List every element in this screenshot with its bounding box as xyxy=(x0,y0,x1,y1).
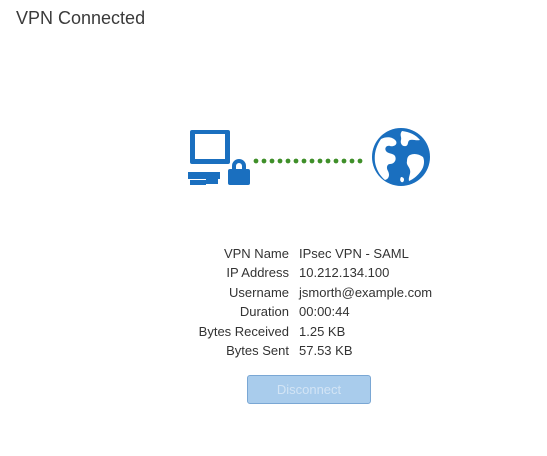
connection-details: VPN Name IPsec VPN - SAML IP Address 10.… xyxy=(0,244,547,360)
page-title: VPN Connected xyxy=(16,8,146,28)
globe-icon xyxy=(372,128,430,186)
disconnect-button[interactable]: Disconnect xyxy=(247,375,371,404)
duration-label: Duration xyxy=(239,304,289,320)
vpn-name-label: VPN Name xyxy=(223,246,289,261)
detail-row-vpn-name: VPN Name IPsec VPN - SAML xyxy=(0,244,547,263)
bytes-sent-value: 57.53 KB xyxy=(299,343,353,359)
bytes-received-value: 1.25 KB xyxy=(299,323,346,339)
ip-address-value: 10.212.134.100 xyxy=(299,265,390,281)
computer-lock-icon xyxy=(188,130,250,185)
vpn-name-value: IPsec VPN - SAML xyxy=(299,246,409,261)
username-label: Username xyxy=(229,284,289,300)
vpn-status-panel: VPN Connected VPN Name IPsec VPN - SAML … xyxy=(0,0,547,456)
duration-value: 00:00:44 xyxy=(299,304,350,320)
detail-row-username: Username jsmorth@example.com xyxy=(0,283,547,302)
connection-graphic xyxy=(188,128,430,186)
detail-row-duration: Duration 00:00:44 xyxy=(0,302,547,321)
connection-dots xyxy=(253,158,363,164)
username-value: jsmorth@example.com xyxy=(299,284,433,300)
detail-row-ip-address: IP Address 10.212.134.100 xyxy=(0,263,547,282)
detail-row-bytes-received: Bytes Received 1.25 KB xyxy=(0,322,547,341)
bytes-received-label: Bytes Received xyxy=(198,323,289,339)
detail-row-bytes-sent: Bytes Sent 57.53 KB xyxy=(0,341,547,360)
bytes-sent-label: Bytes Sent xyxy=(226,343,289,359)
ip-address-label: IP Address xyxy=(226,265,289,281)
